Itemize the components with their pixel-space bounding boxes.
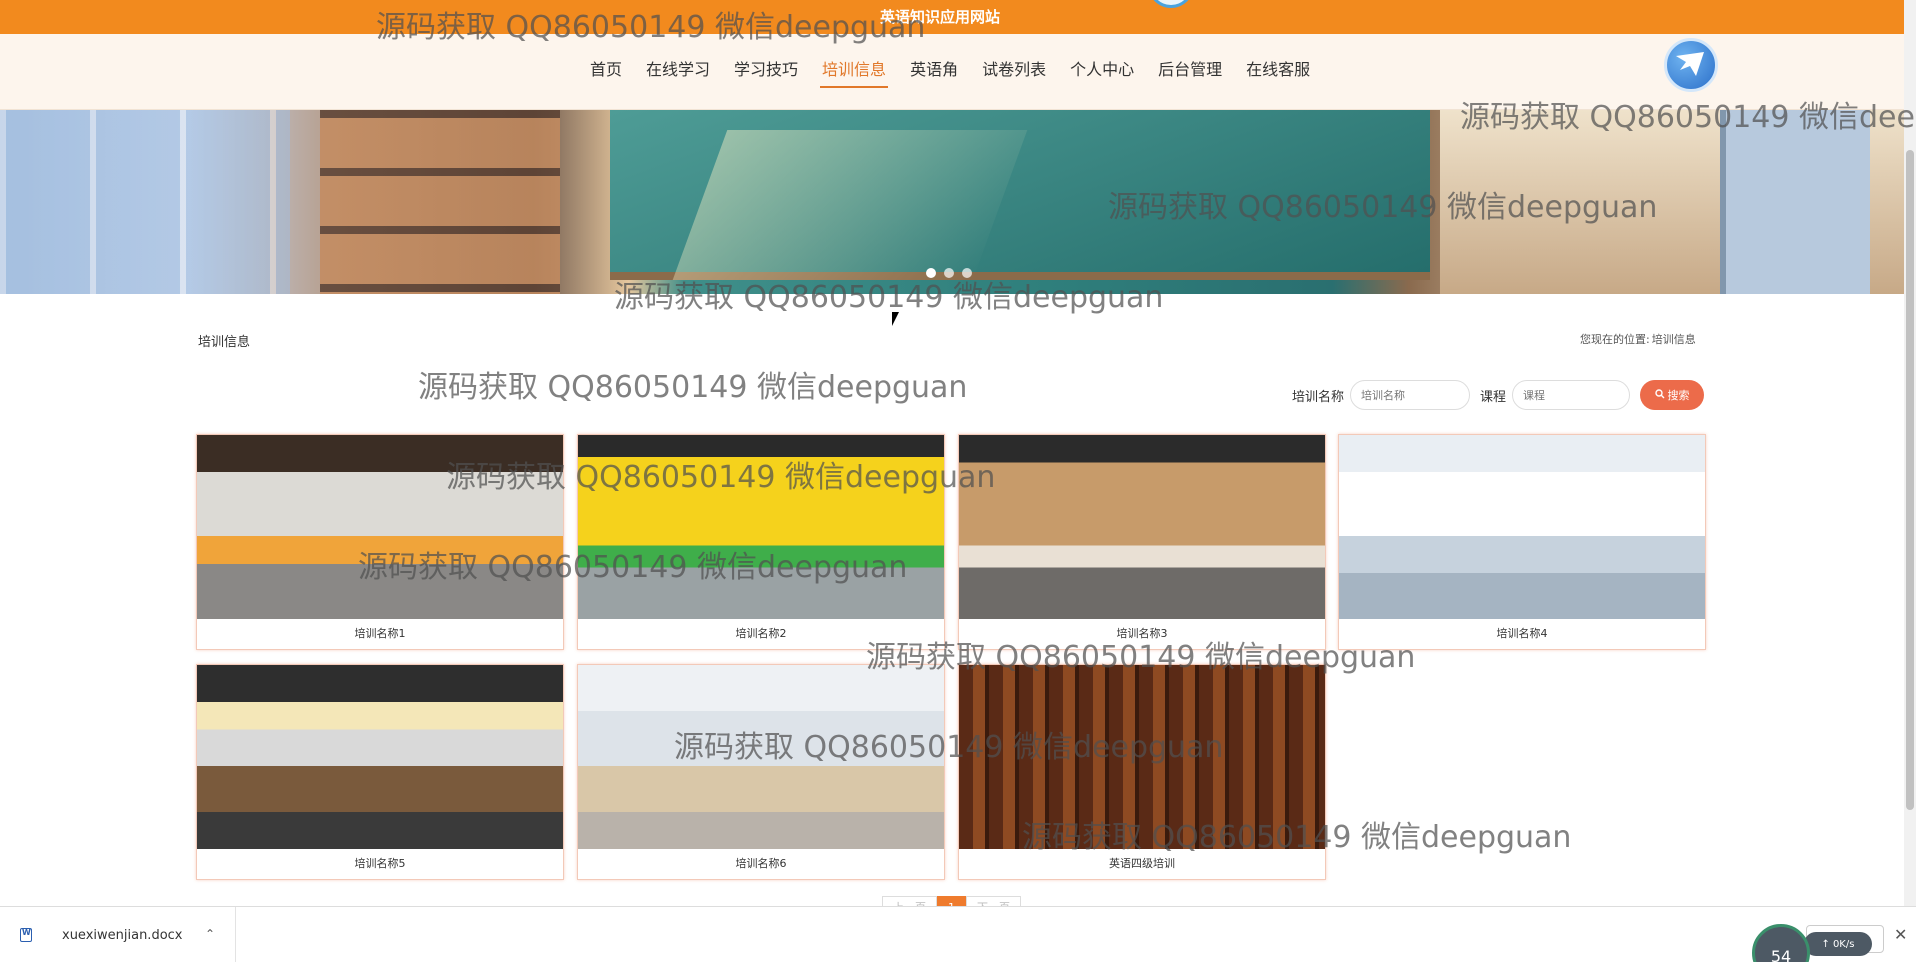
course-input[interactable] — [1512, 380, 1631, 410]
training-card[interactable]: 培训名称3 — [958, 434, 1326, 650]
search-form: 培训名称 课程 搜索 — [1292, 380, 1705, 410]
training-card[interactable]: 培训名称6 — [577, 664, 945, 880]
chevron-up-icon[interactable]: ⌃ — [205, 927, 215, 941]
nav-item-online-learning[interactable]: 在线学习 — [634, 60, 722, 92]
mouse-cursor-icon — [892, 312, 899, 326]
download-file-name[interactable]: xuexiwenjian.docx — [62, 928, 183, 943]
training-card[interactable]: 培训名称5 — [196, 664, 564, 880]
training-card-name[interactable]: 英语四级培训 — [959, 849, 1325, 879]
navbar: 首页 在线学习 学习技巧 培训信息 英语角 试卷列表 个人中心 后台管理 在线客… — [0, 34, 1904, 110]
breadcrumb-prefix: 您现在的位置: — [1580, 333, 1650, 346]
training-card[interactable]: 培训名称2 — [577, 434, 945, 650]
training-card-name[interactable]: 培训名称6 — [578, 849, 944, 879]
nav-item-exam-list[interactable]: 试卷列表 — [970, 60, 1058, 92]
page-scrollbar[interactable] — [1904, 0, 1916, 906]
top-bar: 英语知识应用网站 — [0, 0, 1904, 34]
training-card-image[interactable] — [578, 435, 944, 619]
nav-item-home[interactable]: 首页 — [578, 60, 634, 92]
nav-item-english-corner[interactable]: 英语角 — [898, 60, 970, 92]
training-card-image[interactable] — [959, 665, 1325, 849]
hero-banner[interactable] — [0, 110, 1904, 294]
banner-door-scene — [1720, 110, 1870, 294]
training-card[interactable]: 培训名称4 — [1338, 434, 1706, 650]
search-icon — [1654, 388, 1665, 402]
speed-percent: 54 — [1770, 947, 1792, 962]
search-button-label: 搜索 — [1667, 389, 1690, 402]
carousel-dot[interactable] — [962, 268, 972, 278]
training-card-name[interactable]: 培训名称3 — [959, 619, 1325, 649]
carousel-dot[interactable] — [926, 268, 936, 278]
training-card-image[interactable] — [1339, 435, 1705, 619]
training-card-image[interactable] — [578, 665, 944, 849]
nav-item-personal-center[interactable]: 个人中心 — [1058, 60, 1146, 92]
training-card[interactable]: 英语四级培训 — [958, 664, 1326, 880]
carousel-dot[interactable] — [944, 268, 954, 278]
section-title: 培训信息 — [198, 335, 251, 350]
nav-item-customer-service[interactable]: 在线客服 — [1234, 60, 1322, 92]
training-card[interactable]: 培训名称1 — [196, 434, 564, 650]
search-button[interactable]: 搜索 — [1640, 380, 1705, 410]
banner-window-scene — [0, 110, 290, 294]
top-emblem — [1148, 0, 1194, 8]
training-name-input[interactable] — [1350, 380, 1471, 410]
upload-arrow-icon: ↑ — [1821, 938, 1830, 950]
watermark: 源码获取 QQ86050149 微信deepguan — [418, 370, 968, 405]
training-name-label: 培训名称 — [1292, 389, 1345, 405]
training-card-name[interactable]: 培训名称5 — [197, 849, 563, 879]
network-rate: 0K/s — [1832, 938, 1855, 950]
training-card-image[interactable] — [197, 435, 563, 619]
breadcrumb-current[interactable]: 培训信息 — [1652, 331, 1696, 347]
training-card-name[interactable]: 培训名称4 — [1339, 619, 1705, 649]
site-title: 英语知识应用网站 — [880, 8, 1001, 26]
close-icon[interactable]: ✕ — [1894, 925, 1907, 944]
download-bar: xuexiwenjian.docx ⌃ 全部显示 ✕ — [0, 906, 1916, 962]
training-card-image[interactable] — [959, 435, 1325, 619]
banner-bookshelf-scene — [320, 110, 560, 294]
main-nav: 首页 在线学习 学习技巧 培训信息 英语角 试卷列表 个人中心 后台管理 在线客… — [578, 60, 1322, 92]
bird-logo-icon[interactable] — [1664, 38, 1718, 92]
scrollbar-thumb[interactable] — [1906, 150, 1914, 810]
training-card-image[interactable] — [197, 665, 563, 849]
carousel-indicators — [926, 268, 972, 278]
training-card-name[interactable]: 培训名称1 — [197, 619, 563, 649]
word-document-icon — [20, 928, 32, 942]
breadcrumb: 您现在的位置: 培训信息 — [1580, 331, 1696, 347]
course-label: 课程 — [1480, 389, 1507, 405]
training-card-name[interactable]: 培训名称2 — [578, 619, 944, 649]
network-speed-pill: ↑ 0K/s — [1804, 932, 1872, 956]
banner-light-beam — [672, 130, 1028, 280]
download-item[interactable]: xuexiwenjian.docx ⌃ — [0, 907, 236, 962]
nav-item-training-info[interactable]: 培训信息 — [810, 60, 898, 92]
nav-item-admin[interactable]: 后台管理 — [1146, 60, 1234, 92]
nav-item-study-tips[interactable]: 学习技巧 — [722, 60, 810, 92]
